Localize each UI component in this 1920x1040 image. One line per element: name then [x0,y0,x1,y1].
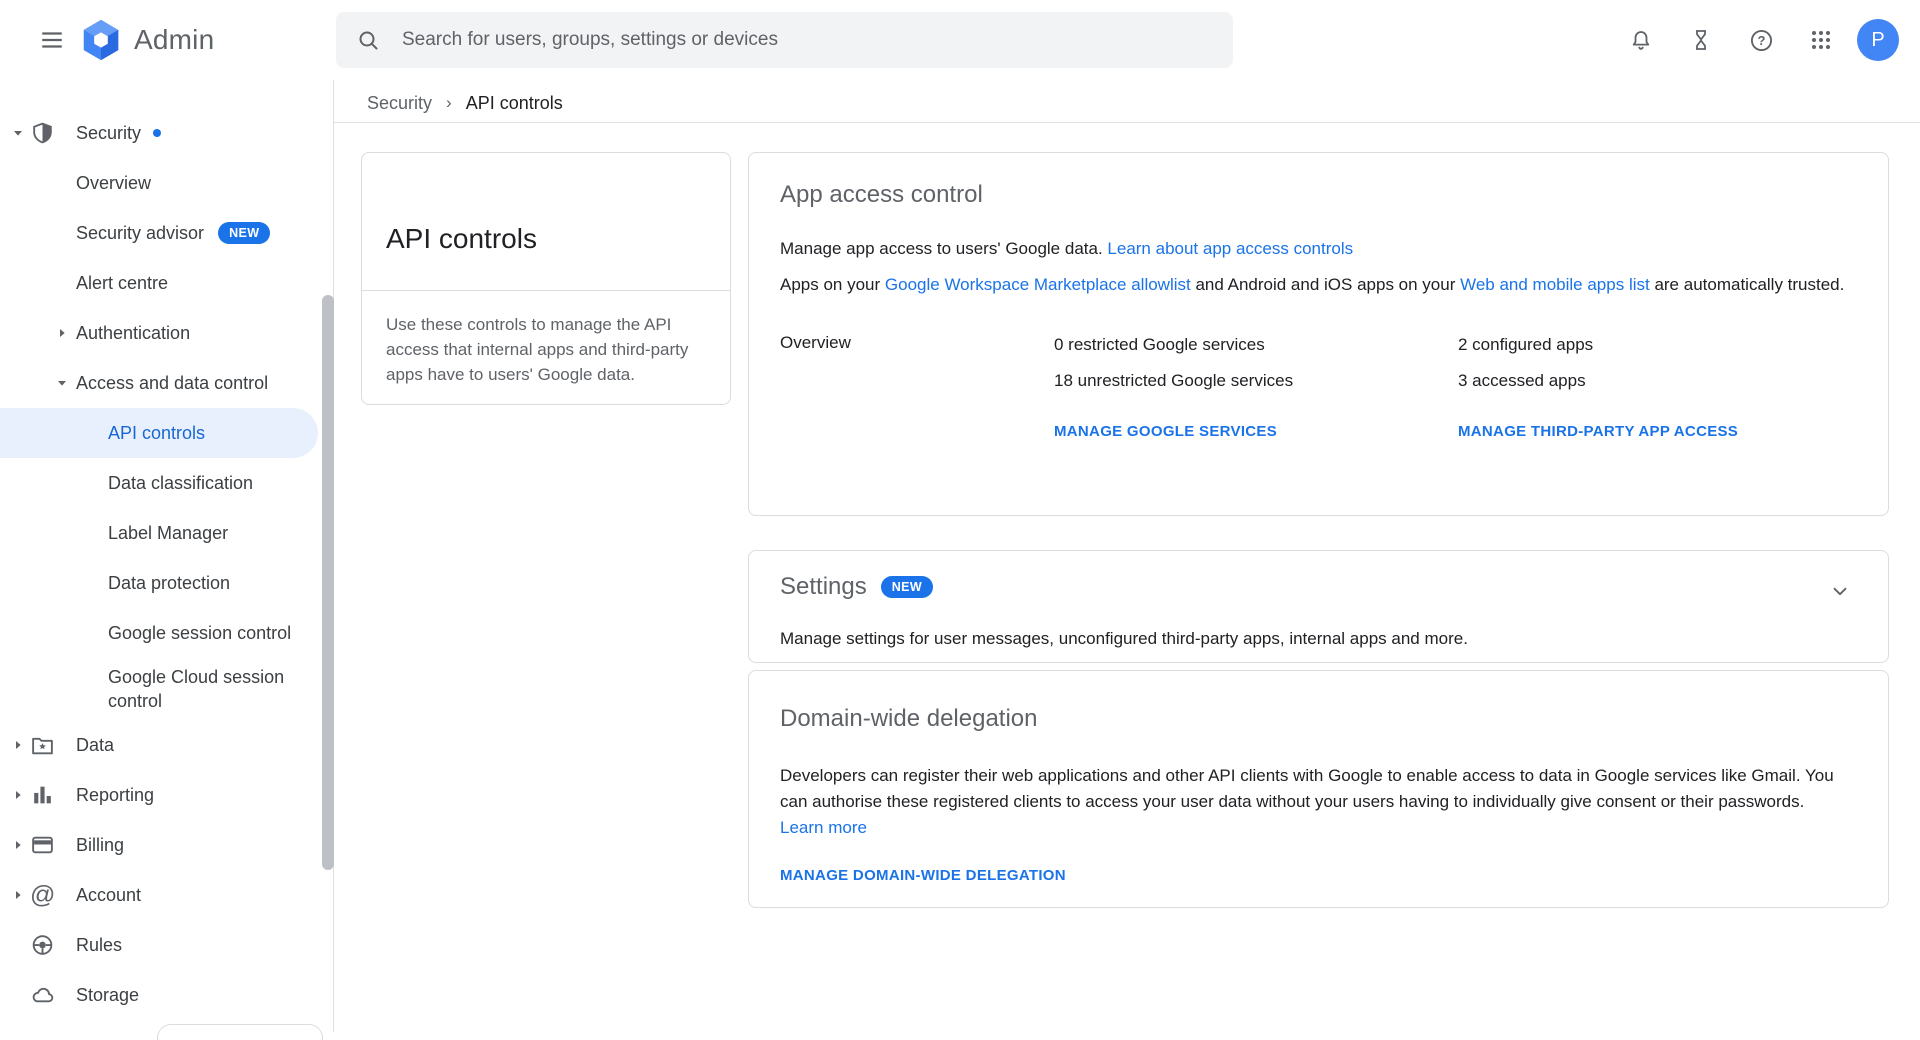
steering-wheel-icon [30,933,55,958]
info-card-header: API controls [362,153,730,291]
sidebar-item-google-cloud-session-control[interactable]: Google Cloud session control [0,658,318,720]
global-search[interactable] [336,12,1233,68]
product-name: Admin [134,24,214,56]
credit-card-icon [30,833,55,858]
settings-panel: Settings NEW Manage settings for user me… [748,550,1889,663]
info-card-description: Use these controls to manage the API acc… [362,291,730,387]
google-services-column: 0 restricted Google services 18 unrestri… [1054,333,1458,441]
new-badge: NEW [218,222,270,244]
account-avatar[interactable]: P [1857,19,1899,61]
sidebar-item-overview[interactable]: Overview [0,158,318,208]
breadcrumb-current: API controls [466,93,563,114]
help-icon[interactable]: ? [1737,16,1785,64]
sidebar-item-account[interactable]: @ Account [0,870,318,920]
manage-domain-wide-delegation-button[interactable]: MANAGE DOMAIN-WIDE DELEGATION [780,867,1066,884]
sidebar-scrollbar[interactable] [322,295,334,870]
breadcrumb-separator-icon: › [446,93,452,113]
sidebar-item-storage[interactable]: Storage [0,970,318,1020]
sidebar-item-billing[interactable]: Billing [0,820,318,870]
web-mobile-apps-list-link[interactable]: Web and mobile apps list [1460,275,1650,294]
accessed-apps-count: 3 accessed apps [1458,369,1862,393]
third-party-apps-column: 2 configured apps 3 accessed apps MANAGE… [1458,333,1862,441]
overview-stats-row: Overview 0 restricted Google services 18… [780,333,1857,441]
bar-chart-icon [30,783,55,808]
overview-label: Overview [780,333,1054,441]
unrestricted-services-count: 18 unrestricted Google services [1054,369,1458,393]
sidebar-nav: Security Overview Security advisor NEW A… [0,80,333,1032]
apps-grid-icon[interactable] [1797,16,1845,64]
settings-expand-button[interactable] [1822,573,1858,609]
sidebar-item-security[interactable]: Security [0,108,318,158]
caret-right-icon[interactable] [10,887,26,903]
security-notification-dot [153,129,161,137]
learn-more-link[interactable]: Learn more [780,818,867,837]
restricted-services-count: 0 restricted Google services [1054,333,1458,357]
settings-title: Settings [780,571,867,603]
caret-down-icon[interactable] [54,375,70,391]
settings-description: Manage settings for user messages, uncon… [780,627,1857,651]
new-badge: NEW [881,576,933,598]
p2-mid: and Android and iOS apps on your [1191,275,1460,294]
sidebar-item-access-and-data-control[interactable]: Access and data control [0,358,318,408]
caret-right-icon[interactable] [10,837,26,853]
breadcrumb: Security › API controls [367,88,563,118]
delegation-description: Developers can register their web applic… [780,763,1857,841]
p1-text: Manage app access to users' Google data. [780,239,1107,258]
sidebar-item-alert-centre[interactable]: Alert centre [0,258,318,308]
configured-apps-count: 2 configured apps [1458,333,1862,357]
app-access-paragraph-1: Manage app access to users' Google data.… [780,237,1857,261]
breadcrumb-divider [333,122,1920,123]
bottom-partial-card [157,1024,323,1040]
sidebar-item-data[interactable]: Data [0,720,318,770]
delegation-text: Developers can register their web applic… [780,766,1834,811]
app-access-control-panel: App access control Manage app access to … [748,152,1889,516]
api-controls-info-card: API controls Use these controls to manag… [361,152,731,405]
chevron-down-icon [1829,580,1851,602]
caret-right-icon[interactable] [54,325,70,341]
search-icon [356,28,380,52]
svg-text:?: ? [1757,33,1765,48]
caret-down-icon[interactable] [10,125,26,141]
caret-right-icon[interactable] [10,737,26,753]
page-title: API controls [386,223,706,255]
topbar: Admin ? P [0,0,1920,80]
notifications-bell-icon[interactable] [1617,16,1665,64]
learn-about-app-access-link[interactable]: Learn about app access controls [1107,239,1353,258]
caret-right-icon[interactable] [10,787,26,803]
menu-icon[interactable] [30,18,74,62]
cloud-icon [30,983,55,1008]
delegation-title: Domain-wide delegation [780,703,1857,735]
sidebar-item-reporting[interactable]: Reporting [0,770,318,820]
manage-google-services-button[interactable]: MANAGE GOOGLE SERVICES [1054,423,1277,440]
breadcrumb-security-link[interactable]: Security [367,93,432,114]
folder-star-icon [30,733,55,758]
google-admin-logo[interactable]: Admin [78,16,214,64]
sidebar-item-data-protection[interactable]: Data protection [0,558,318,608]
app-access-paragraph-2: Apps on your Google Workspace Marketplac… [780,273,1857,297]
sidebar-item-rules[interactable]: Rules [0,920,318,970]
shield-icon [30,121,55,146]
app-access-control-title: App access control [780,179,1857,211]
search-input[interactable] [402,29,1213,51]
sidebar-item-google-session-control[interactable]: Google session control [0,608,318,658]
sidebar-item-data-classification[interactable]: Data classification [0,458,318,508]
tasks-hourglass-icon[interactable] [1677,16,1725,64]
marketplace-allowlist-link[interactable]: Google Workspace Marketplace allowlist [885,275,1191,294]
p2-pre: Apps on your [780,275,885,294]
at-sign-icon: @ [30,883,55,907]
domain-wide-delegation-panel: Domain-wide delegation Developers can re… [748,670,1889,908]
settings-title-row: Settings NEW [780,571,1857,603]
sidebar-item-api-controls[interactable]: API controls [0,408,318,458]
admin-hexagon-icon [78,17,124,63]
sidebar-item-security-advisor[interactable]: Security advisor NEW [0,208,318,258]
manage-third-party-app-access-button[interactable]: MANAGE THIRD-PARTY APP ACCESS [1458,423,1738,440]
sidebar-item-label-manager[interactable]: Label Manager [0,508,318,558]
p2-post: are automatically trusted. [1650,275,1845,294]
sidebar-item-authentication[interactable]: Authentication [0,308,318,358]
